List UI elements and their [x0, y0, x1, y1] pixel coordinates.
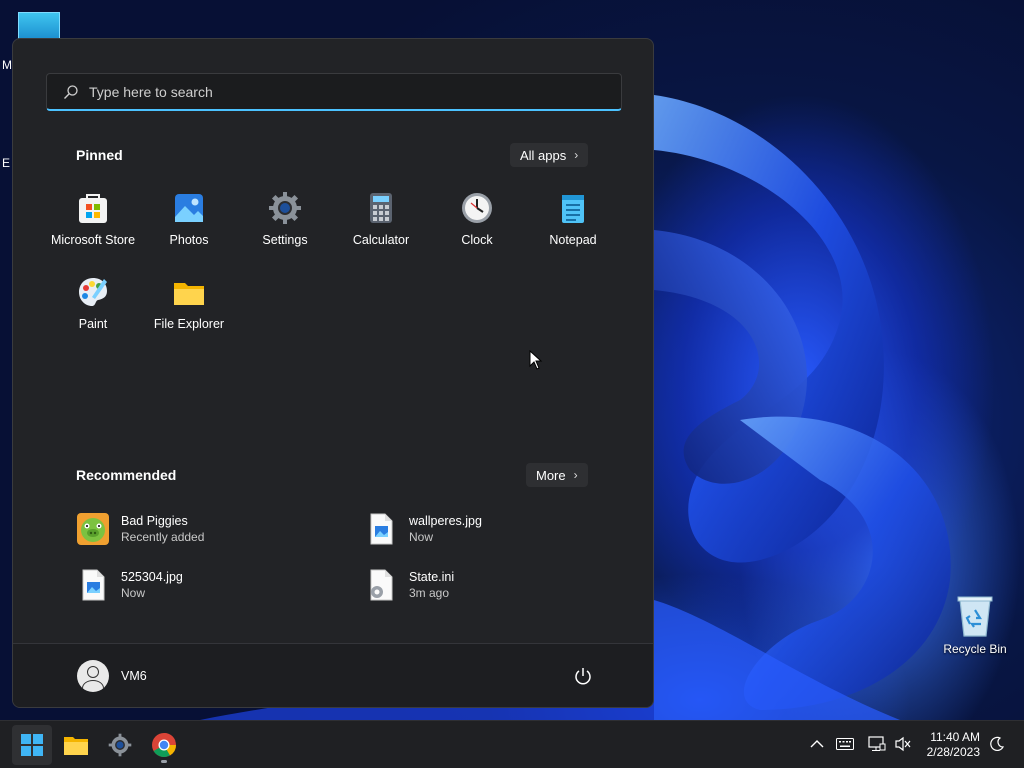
bad-piggies-icon [76, 512, 110, 546]
search-input[interactable] [89, 83, 589, 100]
app-name: Calculator [352, 233, 410, 247]
app-name: Settings [262, 233, 308, 247]
pinned-app-paint[interactable]: Paint [45, 273, 141, 353]
pinned-app-clock[interactable]: Clock [429, 189, 525, 269]
pinned-app-calculator[interactable]: Calculator [333, 189, 429, 269]
recycle-bin-label: Recycle Bin [943, 642, 1007, 656]
photos-icon [172, 191, 206, 225]
recommended-item-time: 3m ago [409, 586, 450, 600]
taskbar-settings[interactable] [100, 725, 140, 765]
chevron-right-icon: › [573, 468, 578, 482]
network-icon[interactable] [868, 735, 886, 753]
microsoft-store-icon [76, 191, 110, 225]
recommended-item-time: Now [121, 586, 146, 600]
volume-muted-icon[interactable] [894, 735, 912, 753]
recommended-item[interactable]: wallperes.jpg Now [364, 509, 482, 549]
recommended-item-time: Now [409, 530, 434, 544]
image-file-icon [364, 512, 398, 546]
start-menu: Pinned All apps › Microsoft Store Ph [12, 38, 654, 708]
user-name: VM6 [121, 669, 147, 683]
notifications-moon-icon[interactable] [988, 735, 1006, 753]
settings-file-icon [364, 568, 398, 602]
desktop-shortcut-icon[interactable] [18, 12, 60, 40]
recommended-item-name: 525304.jpg [121, 570, 183, 584]
recommended-item[interactable]: 525304.jpg Now [76, 565, 183, 605]
start-icon [21, 734, 43, 756]
calculator-icon [364, 191, 398, 225]
avatar [77, 660, 109, 692]
pinned-heading: Pinned [76, 147, 123, 163]
app-name: Notepad [549, 233, 597, 247]
start-search-box[interactable] [46, 73, 622, 111]
app-name: Photos [169, 233, 209, 247]
recommended-item[interactable]: Bad Piggies Recently added [76, 509, 204, 549]
pinned-app-file-explorer[interactable]: File Explorer [141, 273, 237, 353]
pinned-app-photos[interactable]: Photos [141, 189, 237, 269]
app-name: Paint [78, 317, 108, 331]
pinned-app-notepad[interactable]: Notepad [525, 189, 621, 269]
recycle-bin-icon [956, 594, 994, 638]
keyboard-icon[interactable] [836, 735, 854, 753]
settings-icon [108, 733, 132, 757]
clock-icon [460, 191, 494, 225]
app-name: File Explorer [153, 317, 225, 331]
recommended-item-time: Recently added [121, 530, 205, 544]
recommended-item[interactable]: State.ini 3m ago [364, 565, 454, 605]
more-button[interactable]: More › [526, 463, 588, 487]
recommended-item-name: Bad Piggies [121, 514, 188, 528]
all-apps-label: All apps [520, 147, 567, 163]
taskbar-chrome[interactable] [144, 725, 184, 765]
recycle-bin[interactable]: Recycle Bin [938, 594, 1012, 656]
file-explorer-icon [172, 275, 206, 309]
show-hidden-icons-chevron-up-icon[interactable] [808, 735, 826, 753]
search-icon [64, 84, 78, 99]
clock-date: 2/28/2023 [926, 745, 980, 759]
recommended-item-name: wallperes.jpg [409, 514, 482, 528]
image-file-icon [76, 568, 110, 602]
power-icon[interactable] [573, 666, 593, 686]
user-account-button[interactable]: VM6 [77, 660, 147, 692]
start-menu-footer: VM6 [13, 643, 653, 707]
notepad-icon [556, 191, 590, 225]
file-explorer-icon [64, 737, 88, 755]
settings-gear-icon [268, 191, 302, 225]
more-label: More [536, 467, 566, 483]
chrome-icon [152, 732, 176, 758]
paint-icon [76, 275, 110, 309]
taskbar-file-explorer[interactable] [56, 725, 96, 765]
app-name: Microsoft Store [50, 233, 136, 247]
chevron-right-icon: › [574, 148, 579, 162]
start-button[interactable] [12, 725, 52, 765]
pinned-app-microsoft-store[interactable]: Microsoft Store [45, 189, 141, 269]
app-name: Clock [461, 233, 493, 247]
pinned-app-settings[interactable]: Settings [237, 189, 333, 269]
taskbar: 11:40 AM 2/28/2023 [0, 720, 1024, 768]
desktop-label-fragment: E [2, 156, 11, 170]
clock-time: 11:40 AM [930, 730, 980, 744]
running-indicator [161, 760, 167, 763]
desktop-label-fragment: M [2, 58, 12, 72]
all-apps-button[interactable]: All apps › [510, 143, 589, 167]
recommended-heading: Recommended [76, 467, 177, 483]
taskbar-clock[interactable]: 11:40 AM 2/28/2023 [927, 730, 980, 760]
recommended-item-name: State.ini [409, 570, 455, 584]
mouse-cursor-icon [529, 350, 543, 370]
